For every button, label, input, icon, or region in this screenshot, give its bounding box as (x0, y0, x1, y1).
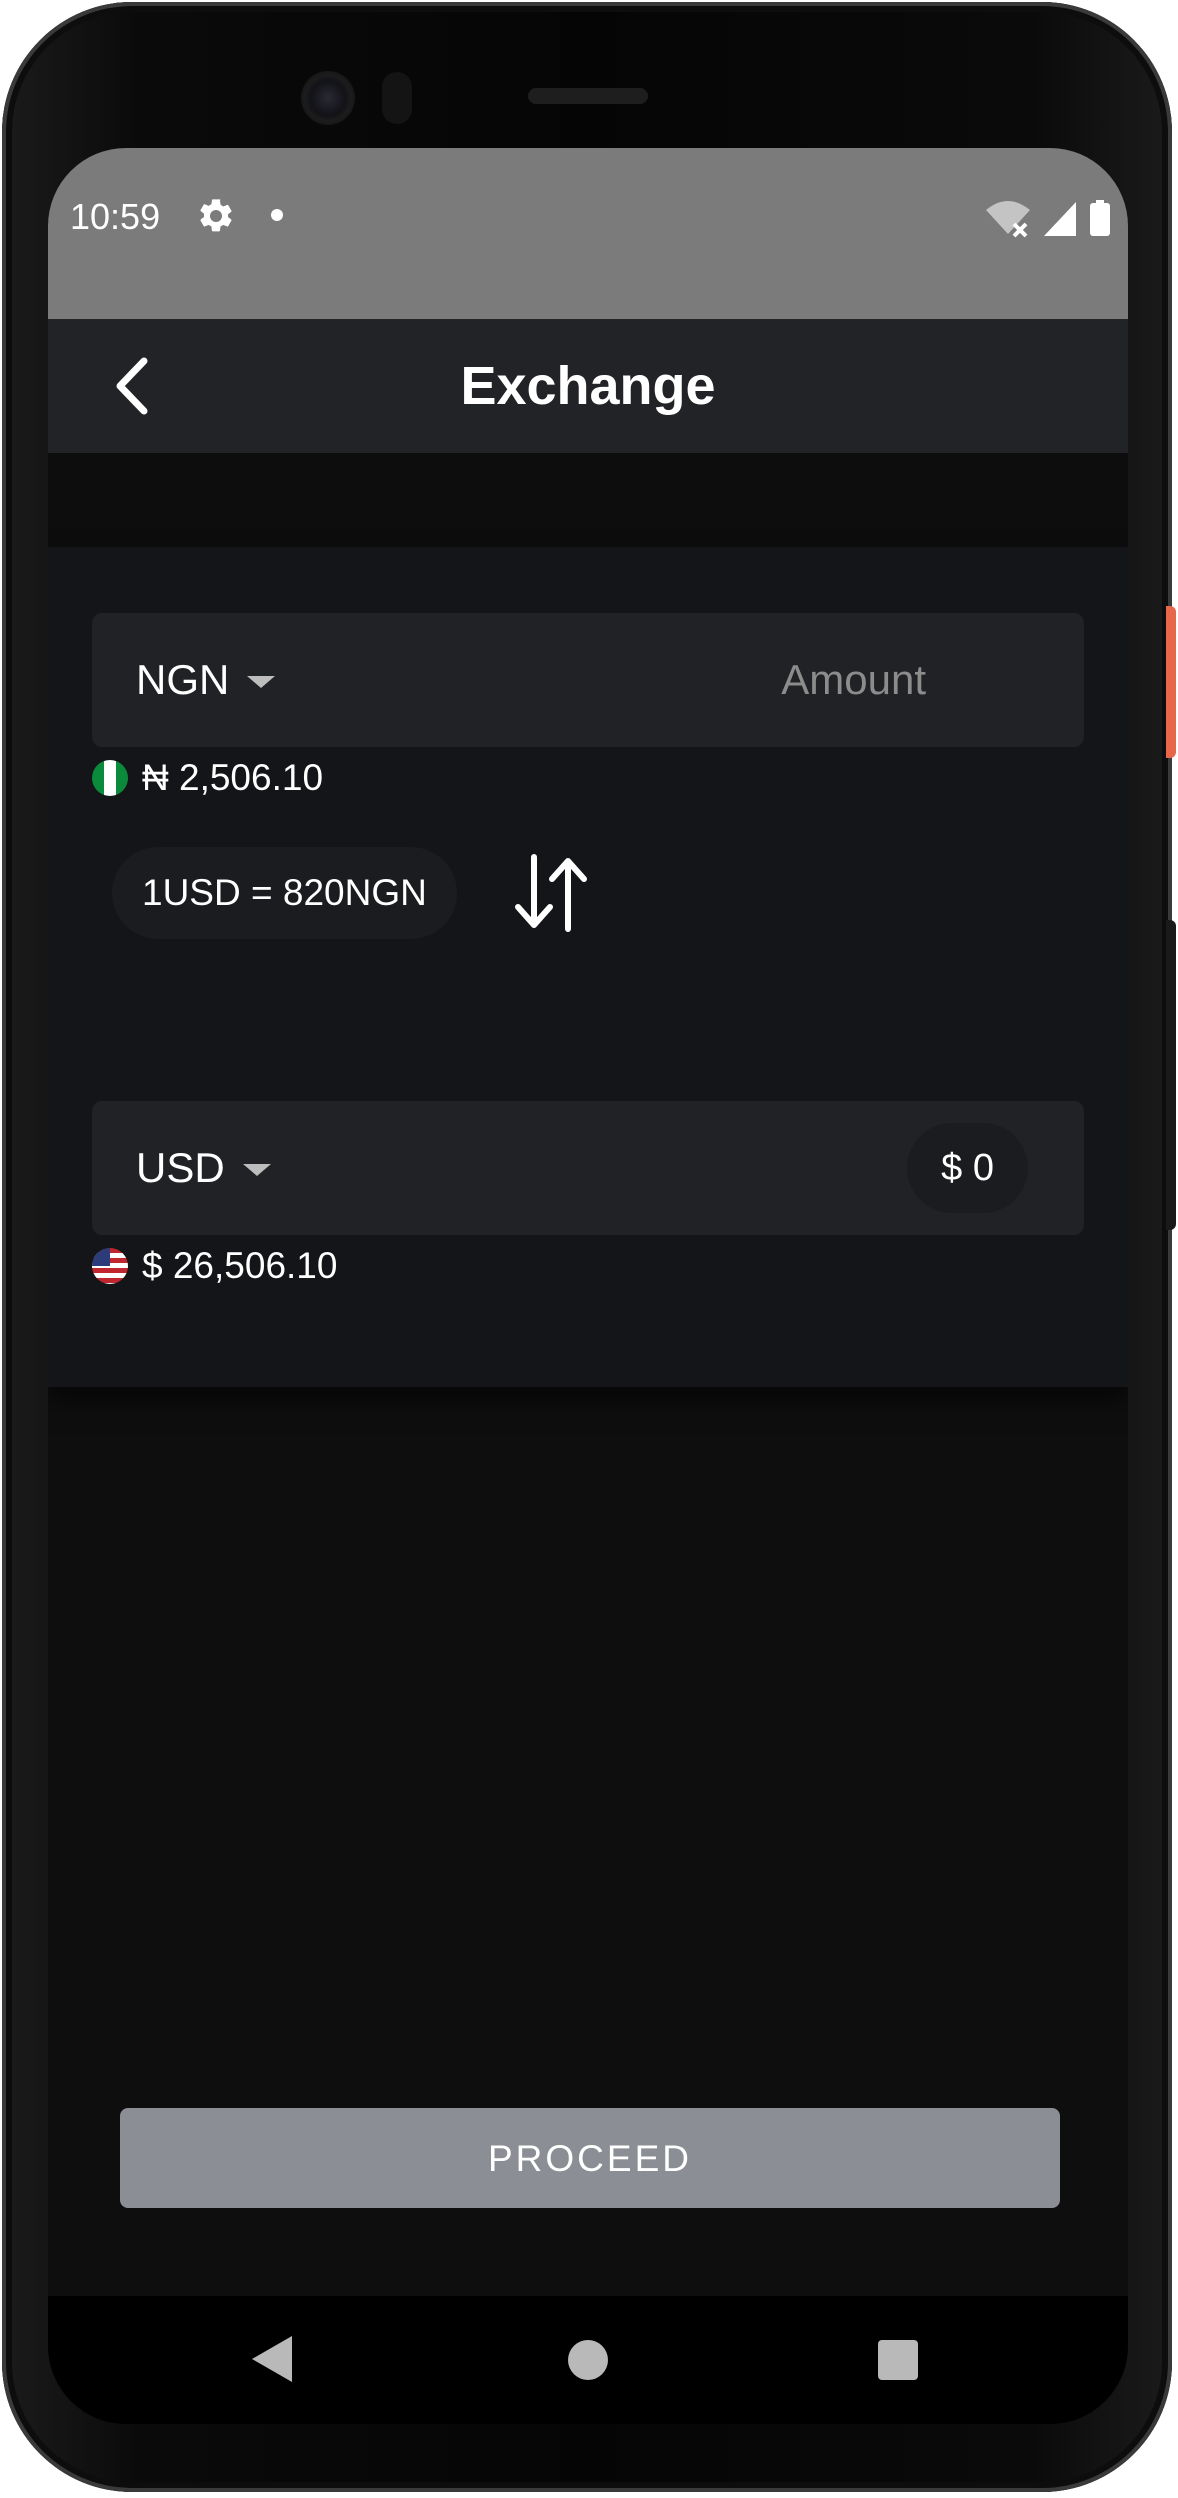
front-camera (301, 71, 355, 125)
chevron-left-icon[interactable] (98, 349, 168, 423)
to-balance-value: $ 26,506.10 (142, 1245, 338, 1286)
exchange-rate-badge: 1USD = 820NGN (112, 847, 457, 939)
to-currency-label: USD (136, 1144, 225, 1191)
app-bar: Exchange (48, 319, 1128, 453)
exchange-card: NGN ₦ 2,506.10 1USD = 820NGN USD $ 0 (48, 547, 1128, 1387)
chevron-down-icon (247, 676, 276, 688)
proceed-button[interactable]: PROCEED (120, 2108, 1060, 2208)
screen: 10:59 Exchange NGN Amount ₦ 2,506.10 1US… (48, 148, 1128, 2424)
amount-input[interactable] (616, 613, 1036, 747)
nav-home-icon[interactable] (568, 2340, 608, 2380)
wifi-off-icon (986, 201, 1030, 238)
swap-vertical-icon[interactable] (506, 843, 596, 943)
volume-button (1166, 920, 1176, 1230)
to-currency-dropdown[interactable]: USD (136, 1101, 271, 1235)
header-spacer (48, 453, 1128, 547)
chevron-down-icon (242, 1164, 271, 1176)
earpiece-speaker (528, 88, 648, 104)
power-button (1166, 606, 1176, 758)
converted-amount: $ 0 (907, 1123, 1028, 1213)
nav-recents-icon[interactable] (878, 2340, 918, 2380)
system-status-icons (986, 200, 1110, 238)
signal-icon (1044, 202, 1076, 236)
gear-icon (200, 199, 232, 232)
notification-dot-icon (271, 209, 283, 221)
from-currency-field: NGN (92, 613, 1084, 747)
to-currency-field: USD $ 0 (92, 1101, 1084, 1235)
us-flag-icon (92, 1248, 128, 1284)
proximity-sensor (382, 72, 412, 124)
to-balance: $ 26,506.10 (92, 1245, 337, 1287)
from-currency-label: NGN (136, 656, 230, 703)
nigeria-flag-icon (92, 760, 128, 796)
nav-back-icon[interactable] (252, 2336, 292, 2382)
from-balance: ₦ 2,506.10 (92, 757, 323, 799)
battery-icon (1090, 200, 1110, 236)
page-title: Exchange (460, 356, 716, 416)
from-balance-value: ₦ 2,506.10 (142, 757, 324, 798)
from-currency-dropdown[interactable]: NGN (136, 613, 276, 747)
system-nav-bar (48, 2296, 1128, 2424)
phone-frame: 10:59 Exchange NGN Amount ₦ 2,506.10 1US… (2, 2, 1172, 2492)
status-bar: 10:59 (48, 148, 1128, 319)
status-time: 10:59 (70, 196, 161, 237)
